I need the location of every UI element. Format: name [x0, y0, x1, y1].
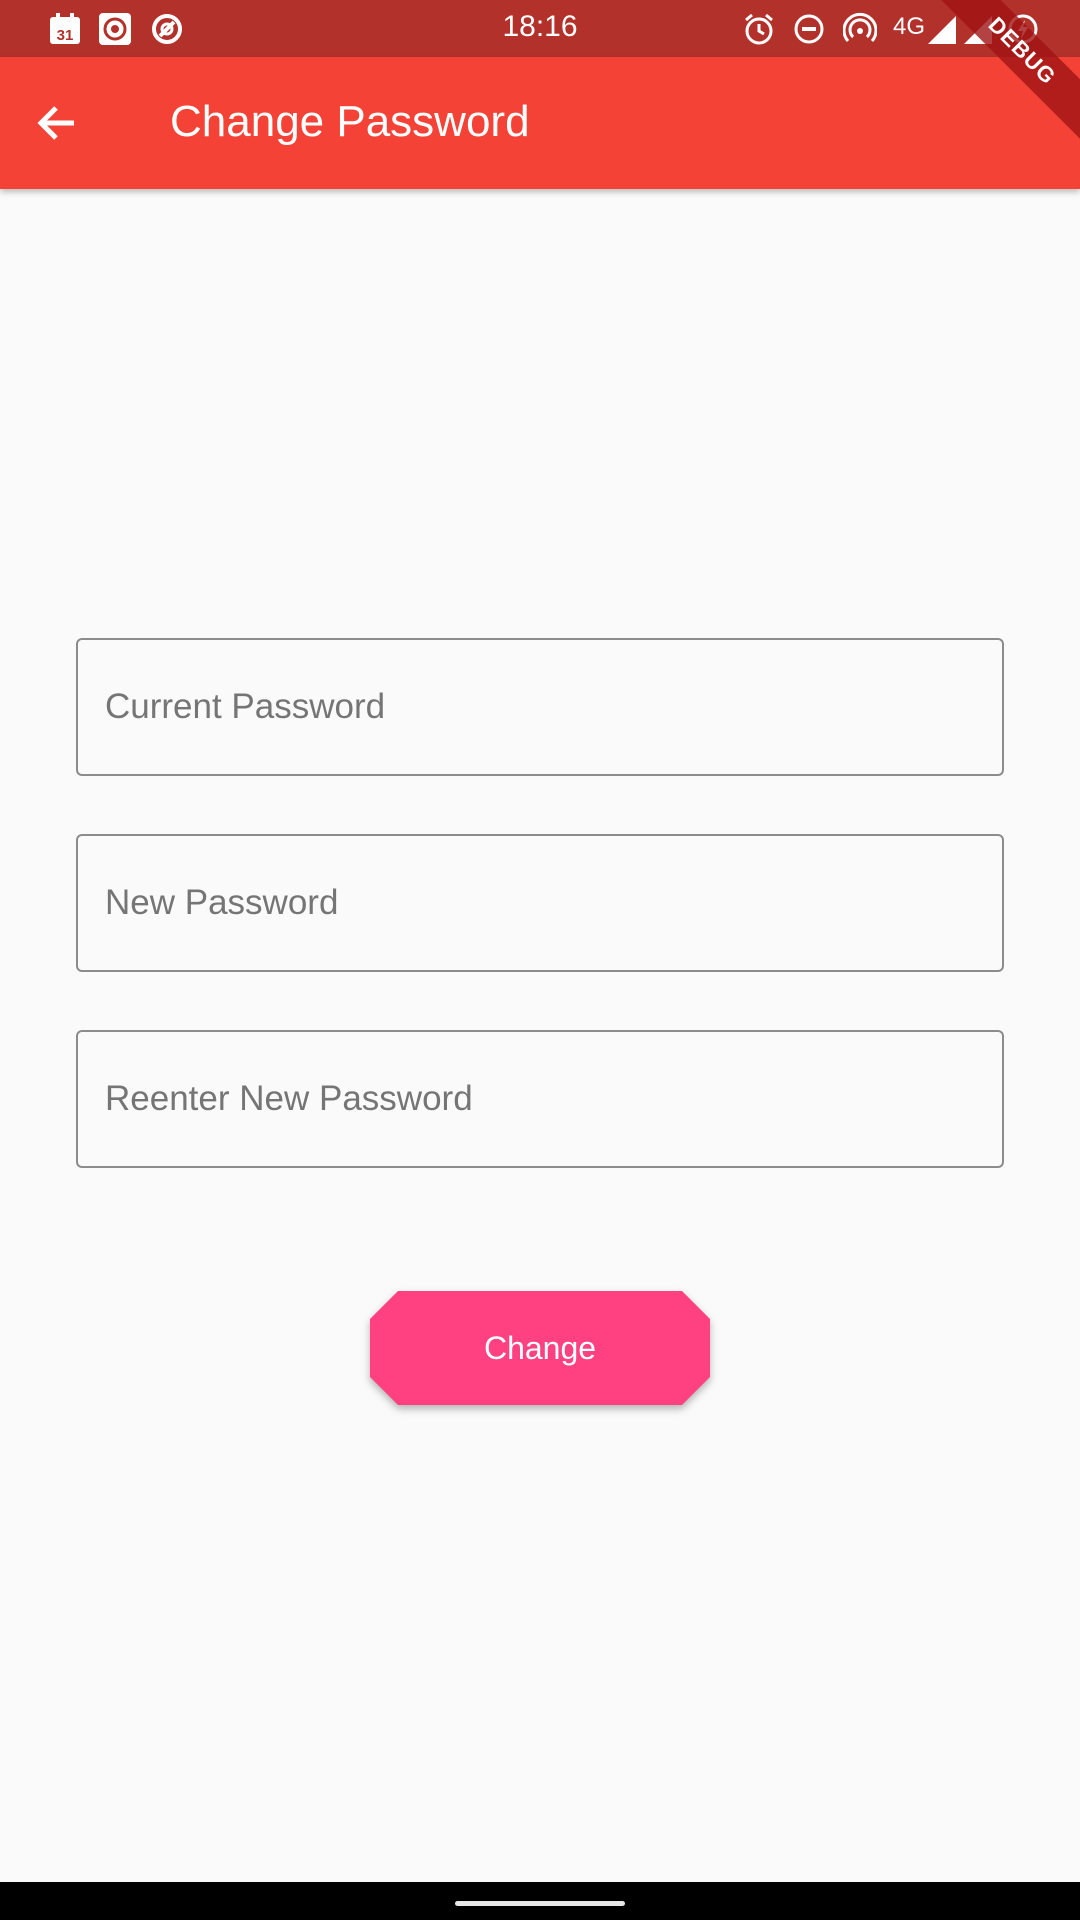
app-bar: Change Password: [0, 57, 1080, 189]
new-password-field[interactable]: [76, 834, 1004, 972]
status-bar: 31 18:16 4G: [0, 0, 1080, 57]
network-type-label: 4G: [893, 13, 926, 40]
hotspot-icon: [842, 12, 878, 46]
signal-icon: [926, 12, 960, 46]
arrow-back-icon: [30, 106, 84, 154]
reenter-password-field[interactable]: [76, 1030, 1004, 1168]
reenter-password-input[interactable]: [78, 1032, 1002, 1166]
home-gesture-handle[interactable]: [455, 1901, 625, 1906]
navigation-bar: [0, 1882, 1080, 1920]
current-password-input[interactable]: [78, 640, 1002, 774]
current-password-field[interactable]: [76, 638, 1004, 776]
dnd-icon: [792, 12, 826, 46]
new-password-input[interactable]: [78, 836, 1002, 970]
change-button[interactable]: Change: [370, 1291, 710, 1405]
change-password-screen: 31 18:16 4G Change Password DEBUG Change: [0, 0, 1080, 1920]
change-button-container: Change: [370, 1291, 710, 1405]
alarm-icon: [742, 12, 776, 46]
back-button[interactable]: [30, 96, 102, 150]
page-title: Change Password: [170, 97, 530, 146]
